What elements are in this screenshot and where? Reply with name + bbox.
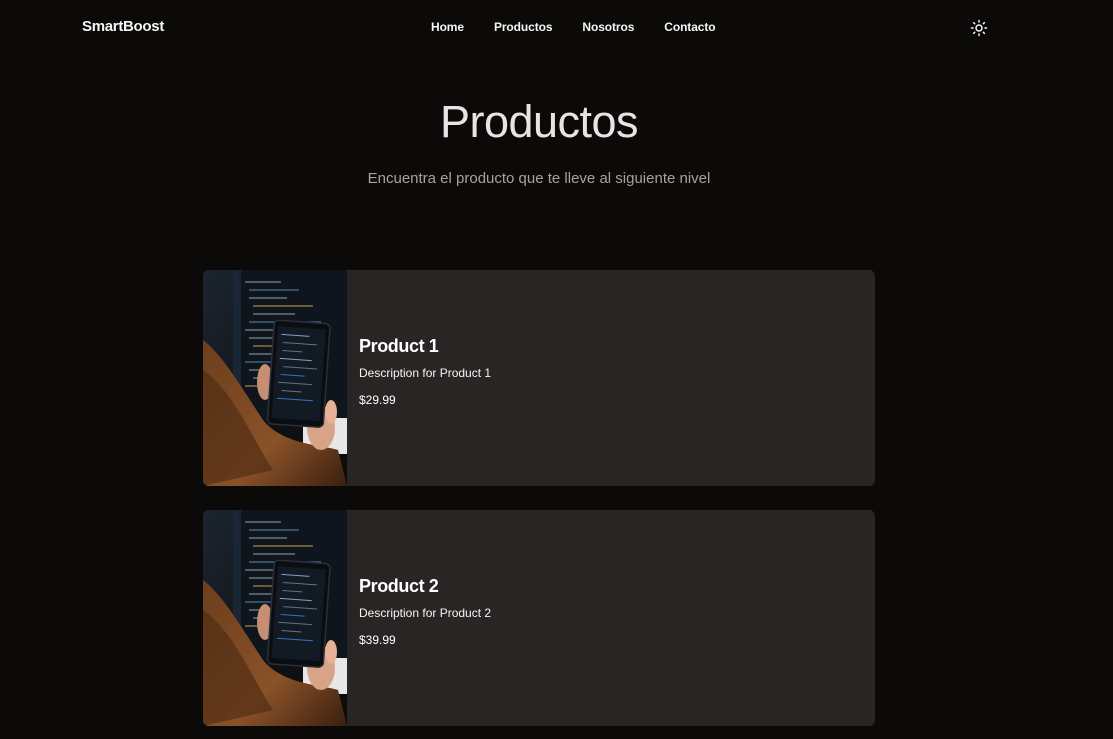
product-info: Product 1 Description for Product 1 $29.… <box>359 336 491 407</box>
product-description: Description for Product 2 <box>359 606 492 620</box>
main-nav: Home Productos Nosotros Contacto <box>431 20 716 34</box>
nav-link-home[interactable]: Home <box>431 20 464 34</box>
theme-toggle-button[interactable] <box>969 18 989 38</box>
product-card[interactable]: Product 2 Description for Product 2 $39.… <box>203 510 875 726</box>
page-title: Productos <box>439 96 639 147</box>
product-title: Product 2 <box>359 576 439 596</box>
sun-icon <box>970 19 988 37</box>
product-price: $39.99 <box>359 633 396 647</box>
product-price: $29.99 <box>359 393 396 407</box>
page-subtitle: Encuentra el producto que te lleve al si… <box>367 170 711 187</box>
product-title: Product 1 <box>359 336 439 356</box>
nav-link-contacto[interactable]: Contacto <box>664 20 715 34</box>
navbar: SmartBoost Home Productos Nosotros Conta… <box>0 0 1113 56</box>
page: SmartBoost Home Productos Nosotros Conta… <box>0 0 1113 739</box>
nav-link-productos[interactable]: Productos <box>494 20 553 34</box>
nav-link-nosotros[interactable]: Nosotros <box>582 20 634 34</box>
product-info: Product 2 Description for Product 2 $39.… <box>359 576 491 647</box>
product-image <box>203 510 347 726</box>
brand-logo[interactable]: SmartBoost <box>82 18 164 35</box>
product-image <box>203 270 347 486</box>
product-description: Description for Product 1 <box>359 366 492 380</box>
product-card[interactable]: Product 1 Description for Product 1 $29.… <box>203 270 875 486</box>
